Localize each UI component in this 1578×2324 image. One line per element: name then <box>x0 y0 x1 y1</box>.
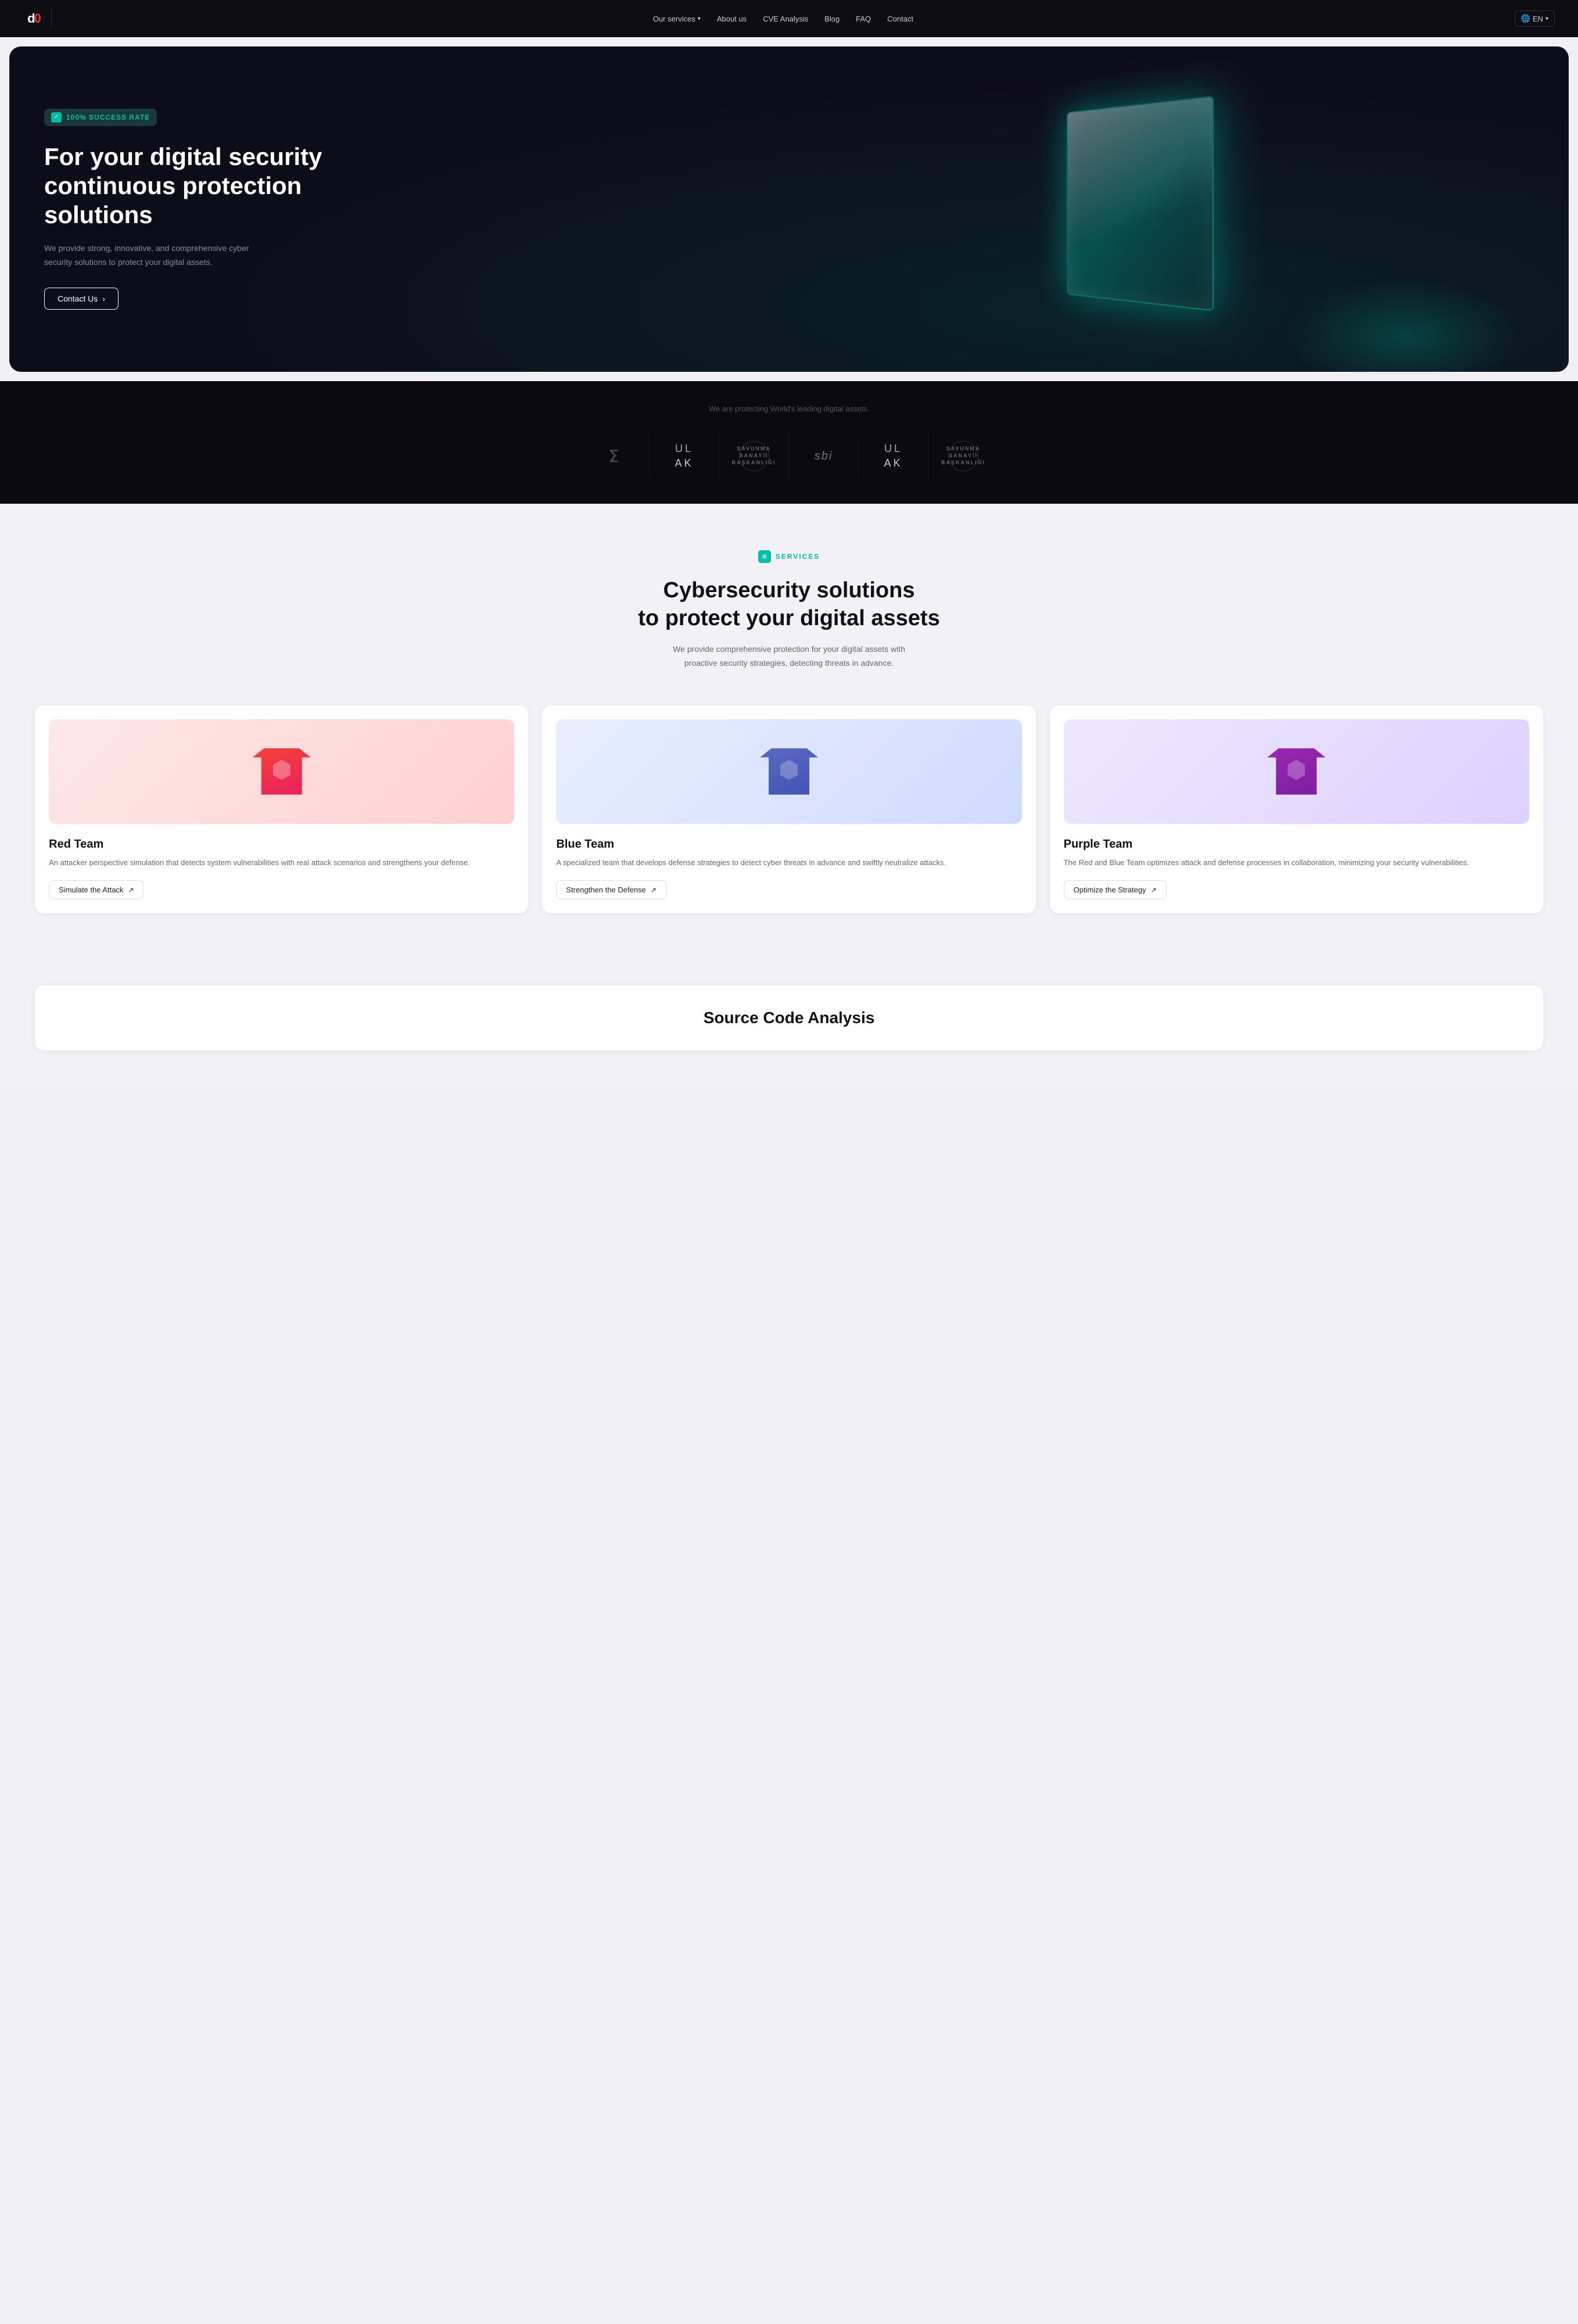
arrow-icon: ↗ <box>651 886 657 894</box>
services-icon: ⊞ <box>758 550 771 563</box>
red-team-title: Red Team <box>49 838 514 851</box>
nav-links: Our services ▾ About us CVE Analysis Blo… <box>653 15 913 23</box>
logo-item-2: ULAK <box>650 433 719 479</box>
services-subtitle: We provide comprehensive protection for … <box>673 643 905 670</box>
language-switcher[interactable]: 🌐 EN ▾ <box>1515 10 1555 27</box>
nav-divider <box>51 9 52 28</box>
partner-logo-ulak-2: ULAK <box>884 443 902 469</box>
logo[interactable]: d0 <box>23 8 52 29</box>
nav-blog[interactable]: Blog <box>824 15 840 23</box>
services-section: ⊞ SERVICES Cybersecurity solutions to pr… <box>0 504 1578 974</box>
partner-logo-ulak-1: ULAK <box>675 443 693 469</box>
partner-logo-ssb-2: SAVUNMA SANAYİİ BAŞKANLIĞI <box>948 441 978 471</box>
check-icon: ✓ <box>51 112 62 123</box>
source-code-title: Source Code Analysis <box>704 1009 875 1027</box>
purple-team-description: The Red and Blue Team optimizes attack a… <box>1064 857 1529 869</box>
services-label: ⊞ SERVICES <box>35 550 1543 563</box>
source-code-card: Source Code Analysis <box>35 985 1543 1050</box>
nav-faq[interactable]: FAQ <box>856 15 871 23</box>
purple-team-icon <box>1267 748 1325 795</box>
arrow-icon: ↗ <box>128 886 134 894</box>
partner-logo-1: ⵉ <box>609 447 621 466</box>
red-team-card: Red Team An attacker perspective simulat… <box>35 705 528 914</box>
blue-team-description: A specialized team that develops defense… <box>556 857 1021 869</box>
simulate-attack-button[interactable]: Simulate the Attack ↗ <box>49 880 144 899</box>
hero-content: ✓ 100% SUCCESS RATE For your digital sec… <box>9 74 357 345</box>
nav-right: 🌐 EN ▾ <box>1515 10 1555 27</box>
contact-us-button[interactable]: Contact Us › <box>44 288 119 310</box>
shield-visual <box>1059 105 1221 314</box>
red-team-icon <box>253 748 311 795</box>
logo-item-1: ⵉ <box>580 436 650 476</box>
shield-3d <box>1067 95 1214 311</box>
arrow-icon: ↗ <box>1151 886 1157 894</box>
purple-team-card: Purple Team The Red and Blue Team optimi… <box>1050 705 1543 914</box>
hero-visual <box>711 46 1569 372</box>
blue-shirt <box>760 748 818 795</box>
blue-team-icon <box>760 748 818 795</box>
purple-shirt <box>1267 748 1325 795</box>
navbar: d0 Our services ▾ About us CVE Analysis … <box>0 0 1578 37</box>
red-team-description: An attacker perspective simulation that … <box>49 857 514 869</box>
optimize-strategy-button[interactable]: Optimize the Strategy ↗ <box>1064 880 1167 899</box>
logo-item-6: SAVUNMA SANAYİİ BAŞKANLIĞI <box>928 432 998 480</box>
chevron-down-icon: ▾ <box>1545 16 1548 22</box>
strengthen-defense-button[interactable]: Strengthen the Defense ↗ <box>556 880 666 899</box>
arrow-icon: › <box>102 294 105 303</box>
blue-team-title: Blue Team <box>556 838 1021 851</box>
nav-cve-analysis[interactable]: CVE Analysis <box>763 15 808 23</box>
services-headline: Cybersecurity solutions to protect your … <box>35 577 1543 632</box>
logo-item-3: SAVUNMA SANAYİİ BAŞKANLIĞI <box>719 432 789 480</box>
hero-description: We provide strong, innovative, and compr… <box>44 242 265 270</box>
glow-effect <box>1290 279 1522 372</box>
hero-headline: For your digital security continuous pro… <box>44 142 322 230</box>
success-badge: ✓ 100% SUCCESS RATE <box>44 109 157 126</box>
nav-our-services[interactable]: Our services ▾ <box>653 15 701 23</box>
red-shirt <box>253 748 311 795</box>
purple-team-visual <box>1064 719 1529 824</box>
logo-item-4: sbi <box>789 436 859 476</box>
trusted-section: We are protecting World's leading digita… <box>0 381 1578 504</box>
logo-icon: d0 <box>23 8 44 29</box>
nav-about-us[interactable]: About us <box>717 15 747 23</box>
nav-contact[interactable]: Contact <box>887 15 913 23</box>
chevron-down-icon: ▾ <box>698 16 701 22</box>
logos-row: ⵉ ULAK SAVUNMA SANAYİİ BAŞKANLIĞI sbi UL… <box>35 432 1543 480</box>
source-code-section: Source Code Analysis <box>0 974 1578 1085</box>
hero-section: ✓ 100% SUCCESS RATE For your digital sec… <box>9 46 1569 372</box>
red-team-visual <box>49 719 514 824</box>
partner-logo-ssb-1: SAVUNMA SANAYİİ BAŞKANLIĞI <box>739 441 769 471</box>
partner-logo-sbi: sbi <box>815 450 833 463</box>
blue-team-visual <box>556 719 1021 824</box>
logo-item-5: ULAK <box>859 433 928 479</box>
service-cards: Red Team An attacker perspective simulat… <box>35 705 1543 914</box>
purple-team-title: Purple Team <box>1064 838 1529 851</box>
globe-icon: 🌐 <box>1521 14 1530 23</box>
trusted-subtitle: We are protecting World's leading digita… <box>35 404 1543 413</box>
blue-team-card: Blue Team A specialized team that develo… <box>542 705 1035 914</box>
